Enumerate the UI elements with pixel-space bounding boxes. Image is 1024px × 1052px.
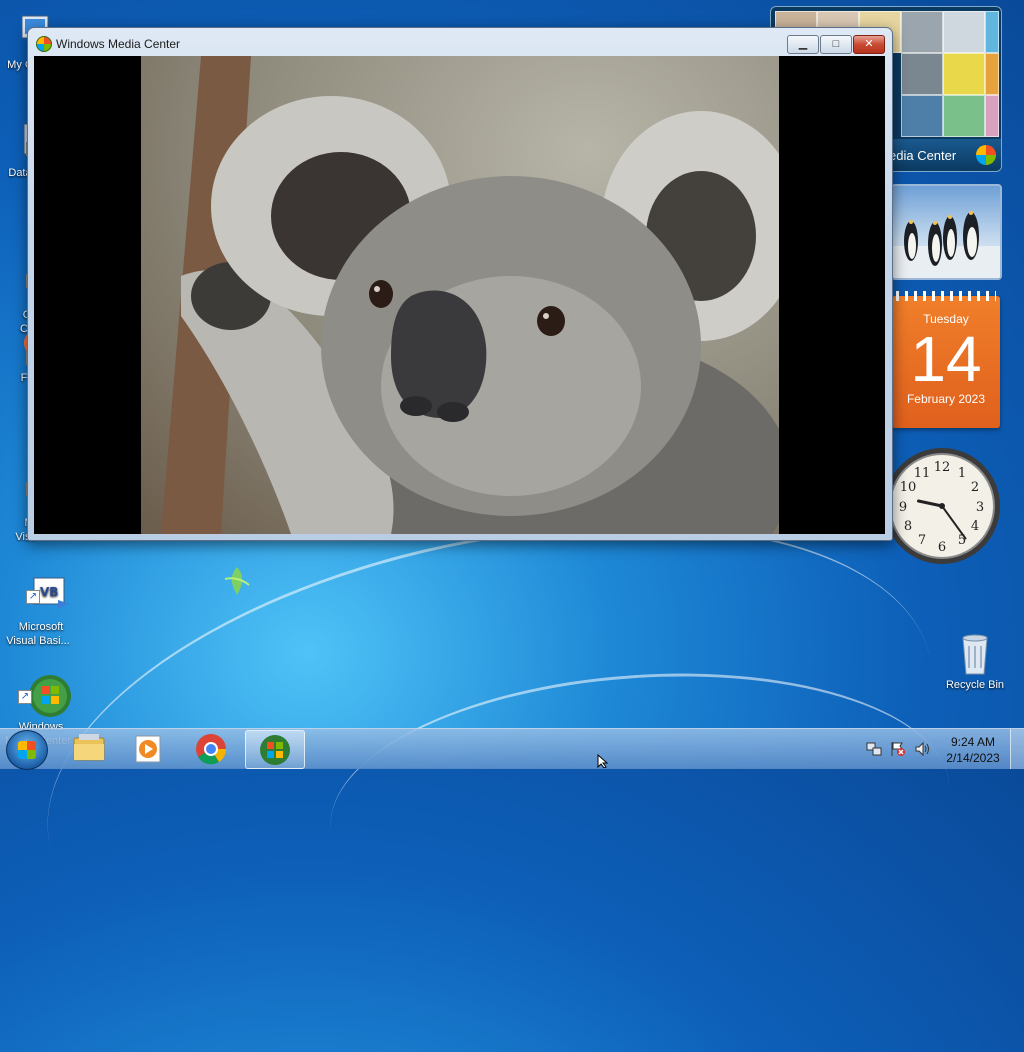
svg-text:VB: VB xyxy=(40,585,58,599)
window-app-icon xyxy=(36,36,52,52)
penguins-photo xyxy=(893,211,1000,278)
svg-text:6: 6 xyxy=(938,540,946,555)
desktop-icon-recycle-bin[interactable]: Recycle Bin xyxy=(937,632,1013,692)
system-clock-date: 2/14/2023 xyxy=(946,751,1000,765)
windows-media-center-icon xyxy=(260,735,290,765)
desktop-icon-visual-basic[interactable]: VB ↗ Microsoft Visual Basi... xyxy=(0,532,76,648)
calendar-rings xyxy=(896,291,996,301)
slideshow-gadget[interactable] xyxy=(891,184,1002,280)
windows-logo-icon xyxy=(976,145,996,165)
network-icon[interactable] xyxy=(866,741,882,757)
gadget-tile xyxy=(901,11,943,53)
svg-text:12: 12 xyxy=(934,460,951,475)
maximize-button[interactable]: □ xyxy=(820,35,852,54)
action-center-flag-icon[interactable] xyxy=(890,741,906,757)
wallpaper-leaf xyxy=(224,567,250,595)
svg-text:3: 3 xyxy=(976,500,984,515)
svg-text:10: 10 xyxy=(900,480,917,495)
gadget-tile xyxy=(985,53,999,95)
show-desktop-button[interactable] xyxy=(1010,729,1024,769)
window-title: Windows Media Center xyxy=(56,37,181,51)
gadget-tile xyxy=(943,53,985,95)
shortcut-arrow-icon: ↗ xyxy=(18,690,32,704)
minimize-button[interactable]: ▁ xyxy=(787,35,819,54)
clock-gadget[interactable]: 12 1 2 345 678 9 10 11 xyxy=(884,444,1000,568)
recycle-bin-icon xyxy=(953,632,997,676)
shortcut-arrow-icon: ↗ xyxy=(26,590,40,604)
windows-media-center-icon: ↗ xyxy=(16,660,72,717)
mouse-cursor-icon xyxy=(597,754,609,768)
taskbar-chrome[interactable] xyxy=(182,730,240,767)
folder-icon xyxy=(73,734,105,761)
calendar-month-year: February 2023 xyxy=(906,392,986,406)
gadget-tile xyxy=(985,11,999,53)
taskbar-media-player[interactable] xyxy=(120,730,178,767)
calendar-day: 14 xyxy=(910,323,982,395)
media-player-icon xyxy=(135,735,161,763)
calendar-gadget[interactable]: Tuesday 14 February 2023 xyxy=(892,291,1000,428)
close-button[interactable]: ✕ xyxy=(853,35,885,54)
taskbar: 9:24 AM 2/14/2023 xyxy=(0,728,1024,770)
gadget-tile xyxy=(943,95,985,137)
svg-text:7: 7 xyxy=(918,533,926,548)
start-button[interactable] xyxy=(6,730,48,770)
system-clock-time: 9:24 AM xyxy=(950,735,996,749)
taskbar-explorer[interactable] xyxy=(60,730,118,767)
gadget-tile xyxy=(943,11,985,53)
media-center-window[interactable]: Windows Media Center ▁ □ ✕ xyxy=(27,27,893,541)
koala-photo xyxy=(141,56,779,534)
volume-icon[interactable] xyxy=(914,741,930,757)
media-center-gadget-label: edia Center xyxy=(889,148,957,163)
svg-text:2: 2 xyxy=(971,480,979,495)
svg-text:9: 9 xyxy=(899,500,907,515)
clock-face: 12 12 345 678 91011 xyxy=(884,448,1000,564)
taskbar-media-center[interactable] xyxy=(245,730,305,769)
gadget-tile xyxy=(901,53,943,95)
svg-text:4: 4 xyxy=(971,519,979,534)
svg-text:1: 1 xyxy=(958,466,966,481)
svg-text:11: 11 xyxy=(914,466,931,481)
system-clock[interactable]: 9:24 AM 2/14/2023 xyxy=(940,734,1006,766)
gadget-tile xyxy=(985,95,999,137)
svg-text:8: 8 xyxy=(904,519,912,534)
window-titlebar[interactable]: Windows Media Center ▁ □ ✕ xyxy=(28,28,892,56)
chrome-icon xyxy=(196,734,227,765)
video-area[interactable] xyxy=(34,56,885,534)
windows-logo-icon xyxy=(18,741,36,759)
gadget-tile xyxy=(901,95,943,137)
desktop-icon-label: Recycle Bin xyxy=(945,679,1005,691)
visual-basic-icon: VB ↗ xyxy=(16,560,71,608)
